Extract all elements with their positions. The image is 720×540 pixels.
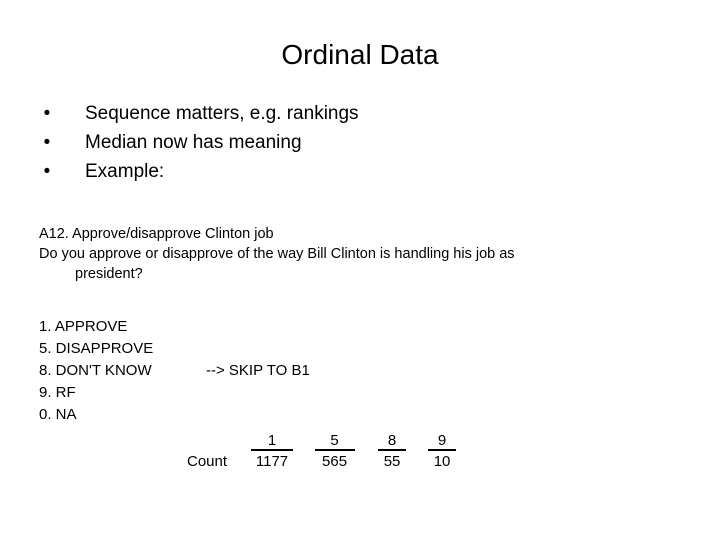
option-label: 1. APPROVE (39, 318, 128, 335)
table-cell-count-9: 10 (433, 453, 451, 470)
question-prompt-line-1: Do you approve or disapprove of the way … (39, 246, 515, 262)
list-item: 9. RF (39, 382, 153, 404)
slide: Ordinal Data • Sequence matters, e.g. ra… (0, 0, 720, 540)
option-label: 5. DISAPPROVE (39, 340, 154, 357)
column-header-5: 5 (303, 432, 366, 451)
row-header-count: Count (187, 453, 228, 470)
list-item: • Sequence matters, e.g. rankings (38, 99, 678, 128)
table-cell-count-8: 55 (383, 453, 401, 470)
table-corner-cell (187, 432, 241, 451)
question-id-line: A12. Approve/disapprove Clinton job (39, 226, 274, 242)
option-label: 8. DON'T KNOW (39, 362, 152, 379)
table-header: 1 5 8 9 (187, 432, 466, 451)
question-prompt-line-2: president? (75, 266, 143, 282)
bullet-list: • Sequence matters, e.g. rankings • Medi… (38, 99, 678, 186)
option-label: 9. RF (39, 384, 76, 401)
column-header-value: 9 (428, 433, 457, 451)
page-title: Ordinal Data (281, 39, 439, 70)
list-item: 0. NA (39, 404, 153, 426)
list-item-label: Sequence matters, e.g. rankings (85, 103, 359, 124)
list-item: 1. APPROVE (39, 316, 153, 338)
column-header-value: 8 (378, 433, 407, 451)
column-header-9: 9 (418, 432, 466, 451)
table-body: Count 1177 565 55 10 (187, 451, 466, 473)
list-item: • Example: (38, 157, 678, 186)
column-header-value: 5 (314, 433, 355, 451)
list-item: • Median now has meaning (38, 128, 678, 157)
bullet-dot-icon: • (43, 161, 51, 182)
response-options-list: 1. APPROVE 5. DISAPPROVE 8. DON'T KNOW -… (39, 316, 310, 426)
table-cell-count-5: 565 (322, 453, 348, 470)
column-header-8: 8 (366, 432, 418, 451)
list-item-label: Median now has meaning (85, 132, 302, 153)
count-table: 1 5 8 9 Count 1177 565 55 10 (187, 432, 466, 473)
option-skip-instruction: --> SKIP TO B1 (206, 362, 310, 379)
list-item-label: Example: (85, 161, 165, 182)
survey-question-block: A12. Approve/disapprove Clinton job Do y… (39, 224, 679, 284)
list-item: 5. DISAPPROVE (39, 338, 153, 360)
column-header-value: 1 (251, 433, 294, 451)
bullet-dot-icon: • (43, 132, 51, 153)
table-row: 1 5 8 9 (187, 432, 466, 451)
list-item: 8. DON'T KNOW --> SKIP TO B1 (39, 360, 310, 382)
table-row: Count 1177 565 55 10 (187, 451, 466, 473)
bullet-dot-icon: • (43, 103, 51, 124)
table-cell-count-1: 1177 (255, 453, 289, 470)
option-label: 0. NA (39, 406, 77, 423)
column-header-1: 1 (241, 432, 303, 451)
